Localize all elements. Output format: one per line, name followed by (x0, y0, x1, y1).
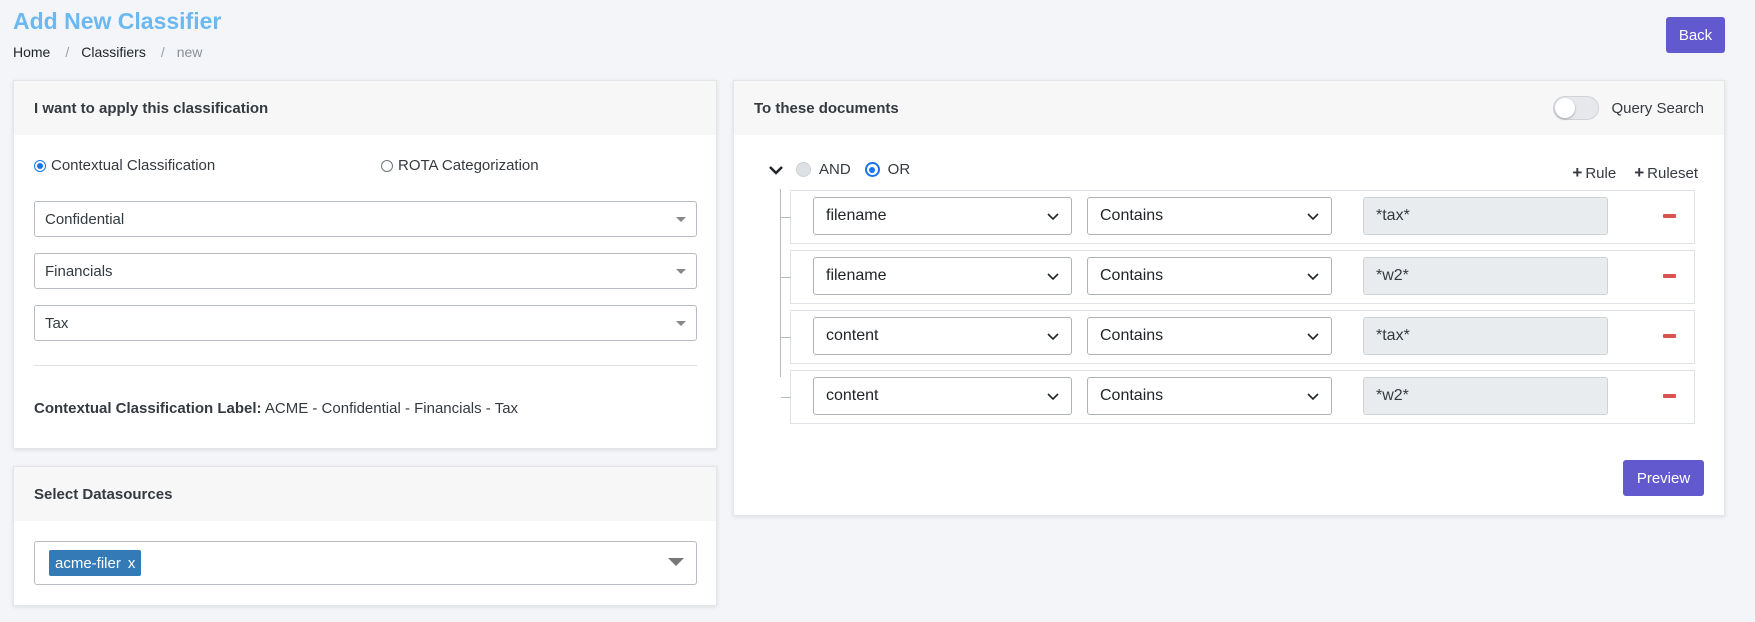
caret-down-icon (676, 269, 686, 274)
add-ruleset-label: Ruleset (1647, 164, 1698, 182)
remove-rule-button[interactable] (1663, 274, 1676, 278)
rule-operator-select[interactable]: Contains (1087, 197, 1332, 235)
classification-card: I want to apply this classification Cont… (13, 80, 717, 449)
rule-operator-value: Contains (1100, 327, 1164, 344)
query-search-toggle[interactable] (1553, 96, 1600, 120)
preview-button[interactable]: Preview (1623, 460, 1704, 496)
classification-select-1[interactable]: Confidential (34, 201, 697, 237)
datasources-card: Select Datasources acme-filer x (13, 466, 717, 606)
caret-down-icon (676, 321, 686, 326)
tree-connector (781, 337, 791, 338)
breadcrumb-separator: / (65, 44, 70, 60)
remove-rule-button[interactable] (1663, 334, 1676, 338)
back-button[interactable]: Back (1666, 17, 1725, 53)
rule-field-value: content (826, 327, 879, 344)
tree-connector (781, 397, 791, 398)
rule-value-input[interactable]: *w2* (1363, 257, 1608, 295)
tag-remove-button[interactable]: x (128, 555, 136, 572)
documents-card: To these documents Query Search AND OR +… (733, 80, 1725, 516)
chevron-down-icon (1307, 273, 1319, 281)
breadcrumb-separator: / (160, 44, 165, 60)
query-search-label: Query Search (1611, 99, 1704, 117)
rule-field-value: content (826, 387, 879, 404)
datasources-select[interactable]: acme-filer x (34, 541, 697, 585)
toggle-knob (1555, 98, 1576, 118)
datasource-tag-label: acme-filer (55, 554, 121, 572)
classification-select-2[interactable]: Financials (34, 253, 697, 289)
divider (34, 365, 697, 366)
breadcrumb: Home / Classifiers / new (13, 44, 202, 60)
chevron-down-icon (1047, 213, 1059, 221)
page-title: Add New Classifier (13, 8, 222, 34)
query-rule: filename Contains *w2* (781, 250, 1695, 304)
select-value: Tax (45, 314, 69, 332)
add-ruleset-button[interactable]: + Ruleset (1634, 163, 1698, 183)
add-rule-label: Rule (1585, 164, 1617, 182)
classification-card-title: I want to apply this classification (14, 81, 716, 135)
rule-field-value: filename (826, 267, 887, 284)
rule-operator-select[interactable]: Contains (1087, 317, 1332, 355)
radio-contextual-label: Contextual Classification (51, 157, 216, 174)
and-label: AND (819, 161, 851, 178)
rule-field-select[interactable]: filename (813, 197, 1072, 235)
query-rule: filename Contains *tax* (781, 190, 1695, 244)
rule-operator-select[interactable]: Contains (1087, 377, 1332, 415)
chevron-down-icon[interactable] (768, 162, 784, 178)
rule-value-input[interactable]: *tax* (1363, 197, 1608, 235)
chevron-down-icon (1307, 393, 1319, 401)
classification-select-3[interactable]: Tax (34, 305, 697, 341)
rule-field-select[interactable]: content (813, 317, 1072, 355)
radio-contextual-classification[interactable]: Contextual Classification (34, 157, 215, 174)
query-rule: content Contains *w2* (781, 370, 1695, 424)
plus-icon: + (1572, 163, 1583, 182)
datasource-tag: acme-filer x (49, 550, 142, 576)
chevron-down-icon (1047, 393, 1059, 401)
documents-card-header: To these documents Query Search (734, 81, 1724, 135)
radio-rota-label: ROTA Categorization (398, 157, 539, 174)
classification-label-value: ACME - Confidential - Financials - Tax (264, 400, 519, 417)
remove-rule-button[interactable] (1663, 394, 1676, 398)
rule-operator-select[interactable]: Contains (1087, 257, 1332, 295)
radio-rota-categorization[interactable]: ROTA Categorization (381, 157, 539, 174)
rule-value-input[interactable]: *w2* (1363, 377, 1608, 415)
rule-operator-value: Contains (1100, 387, 1164, 404)
classification-label: Contextual Classification Label: ACME - … (34, 400, 518, 417)
rule-field-select[interactable]: content (813, 377, 1072, 415)
classification-label-title: Contextual Classification Label: (34, 400, 262, 417)
caret-down-icon[interactable] (668, 558, 684, 566)
datasources-card-title: Select Datasources (14, 467, 716, 521)
breadcrumb-home[interactable]: Home (13, 44, 50, 60)
caret-down-icon (676, 217, 686, 222)
chevron-down-icon (1047, 273, 1059, 281)
documents-card-title: To these documents (754, 99, 899, 117)
rule-field-select[interactable]: filename (813, 257, 1072, 295)
add-rule-button[interactable]: + Rule (1572, 163, 1616, 183)
breadcrumb-classifiers[interactable]: Classifiers (81, 44, 146, 60)
radio-selected-icon[interactable] (34, 159, 46, 172)
tree-connector (781, 217, 791, 218)
or-label: OR (887, 161, 911, 178)
breadcrumb-current: new (176, 44, 203, 60)
rule-operator-value: Contains (1100, 207, 1164, 224)
rule-operator-value: Contains (1100, 267, 1164, 284)
select-value: Confidential (45, 210, 125, 228)
chevron-down-icon (1307, 213, 1319, 221)
query-builder-condition-group: AND OR (768, 161, 910, 178)
and-radio[interactable] (796, 162, 811, 177)
remove-rule-button[interactable] (1663, 214, 1676, 218)
query-builder-actions: + Rule + Ruleset (1554, 163, 1698, 183)
chevron-down-icon (1047, 333, 1059, 341)
plus-icon: + (1634, 163, 1645, 182)
query-search-toggle-group: Query Search (1553, 96, 1704, 120)
chevron-down-icon (1307, 333, 1319, 341)
query-rule: content Contains *tax* (781, 310, 1695, 364)
tree-connector (781, 277, 791, 278)
radio-unselected-icon[interactable] (381, 159, 393, 172)
or-radio[interactable] (864, 162, 880, 177)
select-value: Financials (45, 262, 113, 280)
rule-value-input[interactable]: *tax* (1363, 317, 1608, 355)
rule-field-value: filename (826, 207, 887, 224)
